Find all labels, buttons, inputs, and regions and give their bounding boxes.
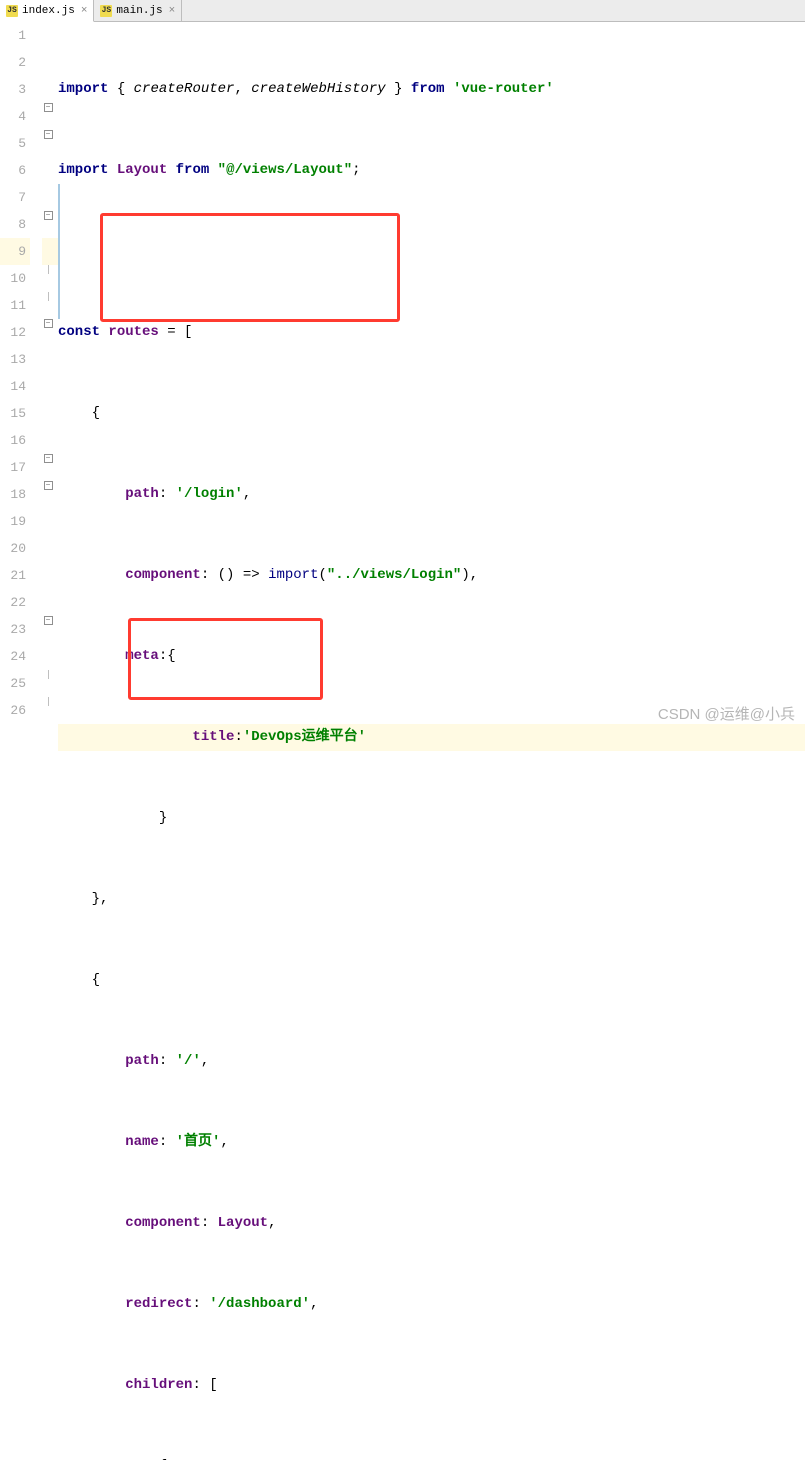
line-number: 14	[0, 373, 30, 400]
fold-toggle-icon[interactable]: −	[44, 454, 53, 463]
line-number: 10	[0, 265, 30, 292]
line-number: 1	[0, 22, 30, 49]
tab-label: index.js	[22, 5, 75, 17]
highlight-box	[100, 213, 400, 322]
close-icon[interactable]: ×	[81, 5, 88, 17]
fold-toggle-icon[interactable]: −	[44, 319, 53, 328]
line-number: 16	[0, 427, 30, 454]
line-number: 23	[0, 616, 30, 643]
tab-index-js[interactable]: JS index.js ×	[0, 0, 94, 22]
fold-line-icon	[48, 292, 49, 301]
fold-line-icon	[48, 265, 49, 274]
js-file-icon: JS	[6, 5, 18, 17]
line-number: 9	[0, 238, 30, 265]
fold-line-icon	[48, 697, 49, 706]
fold-toggle-icon[interactable]: −	[44, 481, 53, 490]
line-number: 4	[0, 103, 30, 130]
fold-toggle-icon[interactable]: −	[44, 130, 53, 139]
line-number: 19	[0, 508, 30, 535]
editor: 1 2 3 4 5 6 7 8 9 10 11 12 13 14 15 16 1…	[0, 22, 805, 730]
fold-toggle-icon[interactable]: −	[44, 211, 53, 220]
line-number: 22	[0, 589, 30, 616]
line-number-gutter: 1 2 3 4 5 6 7 8 9 10 11 12 13 14 15 16 1…	[0, 22, 42, 730]
line-number: 5	[0, 130, 30, 157]
line-number: 8	[0, 211, 30, 238]
line-number: 11	[0, 292, 30, 319]
tab-label: main.js	[116, 5, 162, 17]
line-number: 13	[0, 346, 30, 373]
line-number: 2	[0, 49, 30, 76]
line-number: 20	[0, 535, 30, 562]
fold-line-icon	[48, 670, 49, 679]
code-editor[interactable]: import { createRouter, createWebHistory …	[58, 22, 805, 730]
line-number: 3	[0, 76, 30, 103]
line-number: 24	[0, 643, 30, 670]
fold-toggle-icon[interactable]: −	[44, 103, 53, 112]
fold-toggle-icon[interactable]: −	[44, 616, 53, 625]
line-number: 6	[0, 157, 30, 184]
fold-gutter: − − − − − − −	[42, 22, 58, 730]
tab-main-js[interactable]: JS main.js ×	[94, 0, 182, 21]
line-number: 26	[0, 697, 30, 724]
close-icon[interactable]: ×	[169, 5, 176, 17]
line-number: 18	[0, 481, 30, 508]
js-file-icon: JS	[100, 5, 112, 17]
line-number: 12	[0, 319, 30, 346]
line-number: 15	[0, 400, 30, 427]
line-number: 25	[0, 670, 30, 697]
tab-bar: JS index.js × JS main.js ×	[0, 0, 805, 22]
line-number: 17	[0, 454, 30, 481]
line-number: 21	[0, 562, 30, 589]
line-number: 7	[0, 184, 30, 211]
